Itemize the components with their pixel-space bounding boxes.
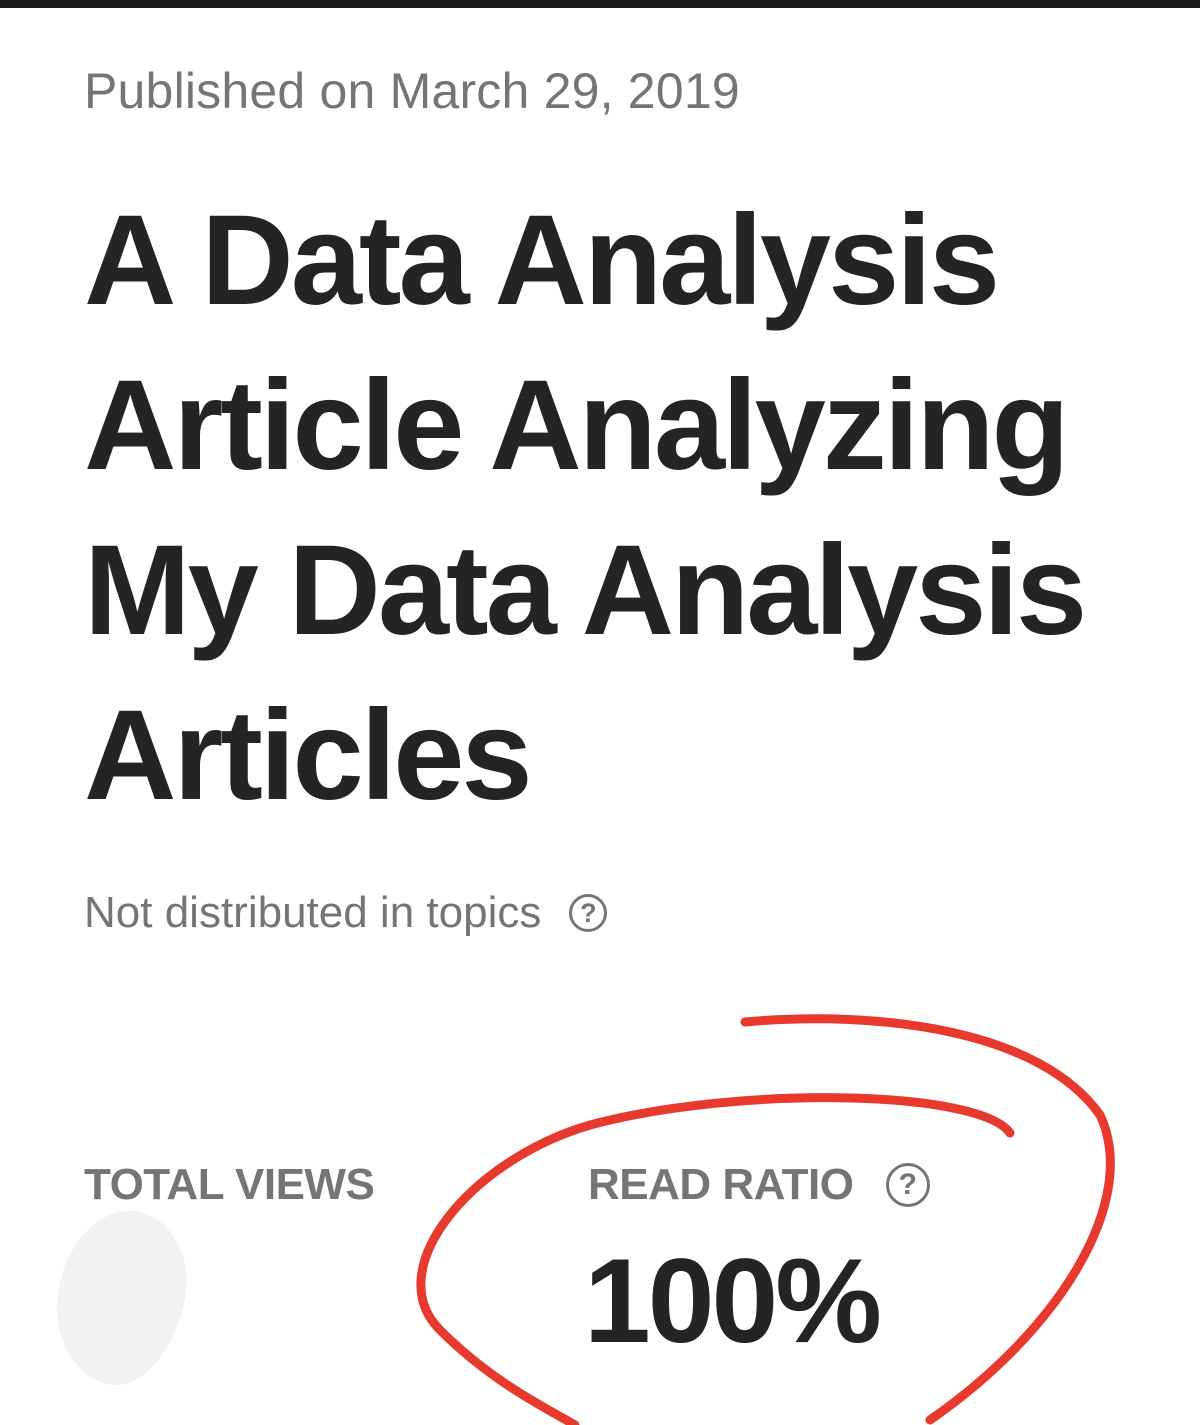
read-ratio-label-text: READ RATIO — [588, 1160, 854, 1209]
top-edge-bar — [0, 0, 1200, 8]
help-icon[interactable]: ? — [569, 894, 608, 932]
article-title: A Data Analysis Article Analyzing My Dat… — [84, 189, 1087, 827]
total-views-label-text: TOTAL VIEWS — [84, 1160, 375, 1209]
read-ratio-value: 100% — [584, 1234, 882, 1368]
distribution-status-text: Not distributed in topics — [84, 888, 542, 937]
read-ratio-label: READ RATIO ? — [588, 1160, 930, 1210]
total-views-label: TOTAL VIEWS — [84, 1160, 375, 1210]
help-icon[interactable]: ? — [885, 1163, 930, 1207]
distribution-status: Not distributed in topics ? — [84, 888, 608, 938]
published-date: Published on March 29, 2019 — [84, 63, 740, 119]
redacted-views-value — [41, 1198, 201, 1397]
